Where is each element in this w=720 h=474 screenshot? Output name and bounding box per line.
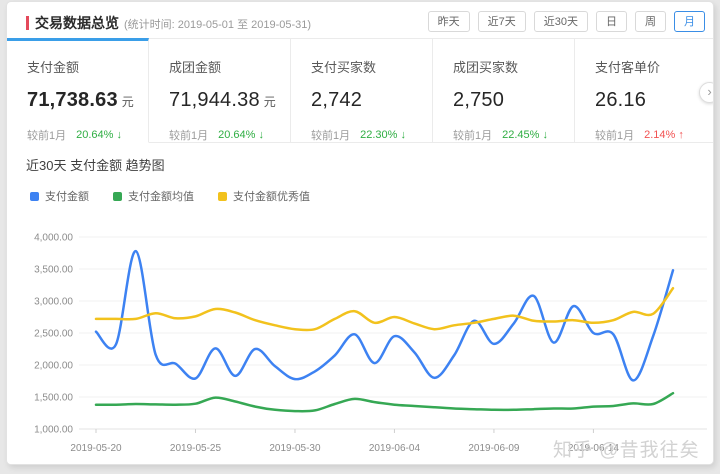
metric-compare: 较前1月20.64%↓ xyxy=(169,127,290,143)
svg-text:2019-05-20: 2019-05-20 xyxy=(70,443,122,454)
svg-text:1,000.00: 1,000.00 xyxy=(34,425,73,436)
series-line-支付金额均值 xyxy=(96,393,673,411)
trend-arrow-icon: ↓ xyxy=(542,129,548,141)
metric-label: 支付买家数 xyxy=(311,57,432,76)
svg-text:2019-05-30: 2019-05-30 xyxy=(269,443,321,454)
range-button-last30days[interactable]: 近30天 xyxy=(534,11,588,32)
metric-label: 支付金额 xyxy=(27,57,148,76)
svg-text:2,000.00: 2,000.00 xyxy=(34,361,73,372)
metric-unit: 元 xyxy=(264,95,276,109)
svg-text:3,000.00: 3,000.00 xyxy=(34,297,73,308)
range-button-yesterday[interactable]: 昨天 xyxy=(428,11,470,32)
next-cards-button[interactable]: › xyxy=(699,82,714,103)
range-button-month[interactable]: 月 xyxy=(674,11,705,32)
range-button-group: 昨天 近7天 近30天 日 周 月 xyxy=(428,11,705,32)
svg-text:2019-05-25: 2019-05-25 xyxy=(170,443,222,454)
metric-label: 支付客单价 xyxy=(595,57,714,76)
trend-arrow-icon: ↓ xyxy=(400,129,406,141)
metric-value: 71,944.38元 xyxy=(169,89,290,112)
metric-unit: 元 xyxy=(122,95,134,109)
metric-value: 71,738.63元 xyxy=(27,89,148,112)
trend-arrow-icon: ↑ xyxy=(678,129,684,141)
metric-value: 26.16 xyxy=(595,89,714,112)
trend-line-chart: 1,000.00 1,500.00 2,000.00 2,500.00 3,000.00… xyxy=(7,143,714,465)
metric-compare: 较前1月20.64%↓ xyxy=(27,127,148,143)
svg-text:2019-06-04: 2019-06-04 xyxy=(369,443,421,454)
metric-card-pay-amount[interactable]: 支付金额 71,738.63元 较前1月20.64%↓ xyxy=(7,38,149,143)
dashboard-panel: 交易数据总览 (统计时间: 2019-05-01 至 2019-05-31) 昨… xyxy=(6,1,714,465)
svg-text:3,500.00: 3,500.00 xyxy=(34,265,73,276)
metric-card-group-amount[interactable]: 成团金额 71,944.38元 较前1月20.64%↓ xyxy=(149,38,291,143)
range-button-last7days[interactable]: 近7天 xyxy=(478,11,526,32)
title-accent-bar xyxy=(26,16,29,30)
metric-value: 2,742 xyxy=(311,89,432,112)
metric-cards-row: 支付金额 71,738.63元 较前1月20.64%↓ 成团金额 71,944.… xyxy=(7,38,713,143)
stat-time-range: (统计时间: 2019-05-01 至 2019-05-31) xyxy=(124,16,311,32)
watermark: 知乎 @昔我往矣 xyxy=(553,435,700,462)
axis-labels: 1,000.00 1,500.00 2,000.00 2,500.00 3,000.00… xyxy=(34,233,619,455)
svg-text:1,500.00: 1,500.00 xyxy=(34,393,73,404)
metric-value: 2,750 xyxy=(453,89,574,112)
metric-compare: 较前1月2.14%↑ xyxy=(595,127,714,143)
metric-compare: 较前1月22.45%↓ xyxy=(453,127,574,143)
svg-text:2019-06-09: 2019-06-09 xyxy=(468,443,520,454)
metric-label: 成团金额 xyxy=(169,57,290,76)
svg-text:4,000.00: 4,000.00 xyxy=(34,233,73,244)
metric-compare: 较前1月22.30%↓ xyxy=(311,127,432,143)
metric-card-pay-buyers[interactable]: 支付买家数 2,742 较前1月22.30%↓ xyxy=(291,38,433,143)
trend-arrow-icon: ↓ xyxy=(116,129,122,141)
metric-card-avg-order-value[interactable]: 支付客单价 26.16 较前1月2.14%↑ xyxy=(575,38,714,143)
range-button-day[interactable]: 日 xyxy=(596,11,627,32)
trend-arrow-icon: ↓ xyxy=(258,129,264,141)
series-line-支付金额 xyxy=(96,251,673,380)
metric-card-group-buyers[interactable]: 成团买家数 2,750 较前1月22.45%↓ xyxy=(433,38,575,143)
svg-text:2,500.00: 2,500.00 xyxy=(34,329,73,340)
page-title: 交易数据总览 xyxy=(35,13,119,33)
metric-label: 成团买家数 xyxy=(453,57,574,76)
trend-chart-section: 近30天 支付金额 趋势图 支付金额支付金额均值支付金额优秀值 1,000.00… xyxy=(7,143,713,464)
header: 交易数据总览 (统计时间: 2019-05-01 至 2019-05-31) 昨… xyxy=(7,2,713,38)
range-button-week[interactable]: 周 xyxy=(635,11,666,32)
